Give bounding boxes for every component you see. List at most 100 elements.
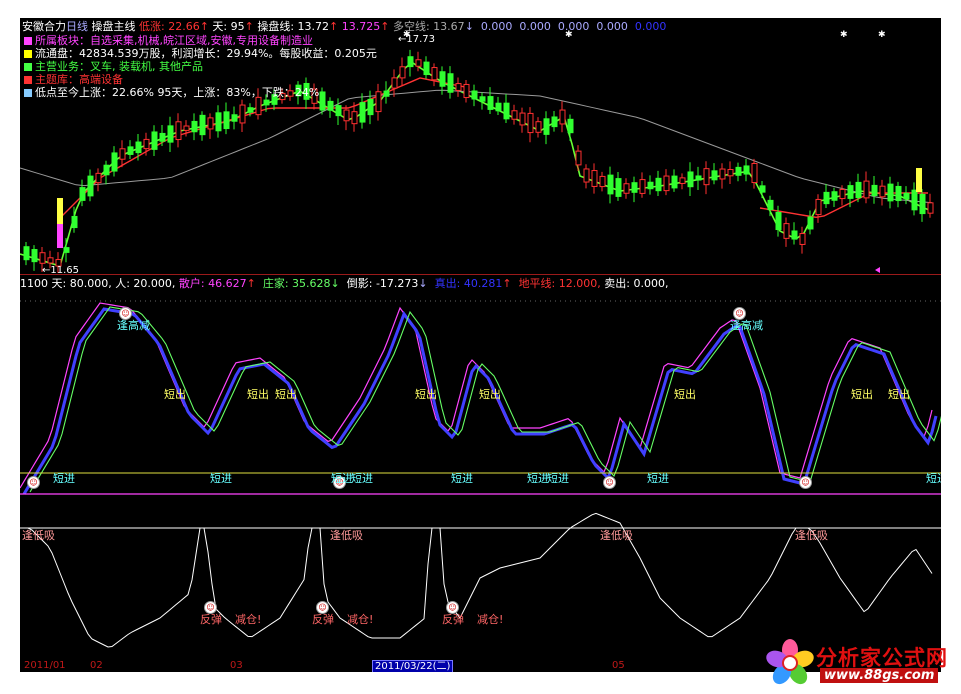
up-arrow-icon: ↑ — [246, 277, 256, 290]
info-business: 主营业务：叉车, 装载机, 其他产品 — [24, 60, 203, 73]
candle-body — [23, 246, 30, 261]
marker-icon — [875, 267, 880, 273]
candle-body — [415, 59, 422, 67]
signal-short-in: 短进 — [926, 472, 941, 485]
candle-body — [511, 110, 518, 120]
candle-body — [207, 117, 214, 130]
signal-short-in: 短进 — [53, 472, 75, 485]
candle-body — [407, 56, 414, 68]
candle-body — [367, 98, 374, 116]
chart-frame[interactable]: ✱ ✱ ✱ ✱ 安徽合力日线 操盘主线 低涨: 22.66↑ 天: 95↑ 操盘线: … — [20, 18, 941, 672]
up-arrow-icon: ↑ — [199, 20, 209, 33]
candle-body — [527, 112, 534, 134]
candle-body — [719, 168, 726, 180]
signal-short-in: 短进 — [210, 472, 232, 485]
candle-body — [671, 175, 678, 189]
square-icon — [24, 50, 32, 58]
candle-body — [815, 198, 822, 216]
candle-body — [111, 152, 118, 172]
period-label: 日线 — [66, 20, 88, 33]
candle-body — [687, 171, 694, 188]
candle-body — [639, 179, 646, 194]
candle-body — [47, 257, 54, 264]
candle-body — [759, 185, 766, 193]
candle-body — [679, 177, 686, 184]
candle-body — [871, 184, 878, 197]
signal-rebound: 反弹 — [312, 613, 334, 626]
candle-body — [319, 91, 326, 111]
zero-value: 0.000 — [557, 20, 590, 33]
signal-high-reduce: 逢高减 — [730, 319, 763, 332]
candle-body — [631, 182, 638, 193]
candle-body — [263, 99, 270, 106]
candle-body — [847, 185, 854, 199]
indicator-bar: 1100 天: 80.000, 人: 20.000, 散户: 46.627↑, … — [20, 277, 669, 290]
signal-short-out: 短出 — [164, 388, 186, 401]
candle-body — [887, 183, 894, 202]
zhuangjia-value: 庄家: 35.628 — [262, 277, 331, 290]
info-float-text: 流通盘：42834.539万股，利润增长：29.94%。每股收益：0.205元 — [35, 47, 377, 60]
candle-body — [623, 183, 630, 194]
candle-body — [703, 168, 710, 186]
down-arrow-icon: ↓ — [418, 277, 428, 290]
signal-short-out: 短出 — [851, 388, 873, 401]
candle-body — [727, 169, 734, 177]
flower-logo-icon — [766, 639, 814, 685]
candle-body — [711, 170, 718, 181]
selected-date: 2011/03/22(二) — [372, 660, 454, 672]
ma-red-line — [59, 77, 469, 219]
signal-short-out: 短出 — [479, 388, 501, 401]
candle-body — [743, 165, 750, 175]
op-line-value: 操盘线: 13.72 — [257, 20, 330, 33]
signal-reduce: 减仓! — [347, 613, 374, 626]
date-label: 02 — [90, 660, 103, 671]
op-line2-value: 13.725 — [341, 20, 381, 33]
signal-short-in: 短进 — [647, 472, 669, 485]
zero-value: 0.000 — [634, 20, 667, 33]
down-arrow-icon: ↓ — [464, 20, 474, 33]
ren-value: 人: 20.000, — [115, 277, 176, 290]
candle-body — [119, 148, 126, 160]
candle-body — [175, 121, 182, 141]
signal-low-absorb: 逢低吸 — [22, 529, 55, 542]
candle-body — [335, 105, 342, 117]
signal-short-in: 短进 — [351, 472, 373, 485]
zero-value: 0.000 — [480, 20, 513, 33]
signal-low-absorb: 逢低吸 — [600, 529, 633, 542]
sanhu-value: 散户: 46.627 — [178, 277, 247, 290]
candle-body — [159, 132, 166, 142]
candle-body — [591, 170, 598, 187]
signal-short-in: 短进 — [451, 472, 473, 485]
candle-body — [695, 175, 702, 181]
candle-body — [183, 125, 190, 131]
candle-body — [199, 114, 206, 136]
candle-body — [927, 202, 934, 214]
candle-body — [831, 191, 838, 201]
signal-short-out: 短出 — [275, 388, 297, 401]
candle-body — [447, 73, 454, 93]
zero-value: 0.000 — [519, 20, 551, 33]
low-up-value: 低涨: 22.66 — [139, 20, 200, 33]
candle-body — [399, 66, 406, 79]
up-arrow-icon: ↑ — [380, 20, 390, 33]
days-value: 天: 95 — [212, 20, 245, 33]
square-icon — [24, 76, 32, 84]
site-logo: 分析家公式网 www.88gs.com — [760, 636, 958, 690]
candle-body — [775, 211, 782, 231]
candle-body — [359, 102, 366, 123]
candle-body — [583, 168, 590, 183]
signal-reduce: 减仓! — [477, 613, 504, 626]
info-sector: 所属板块：自选采集,机械,皖江区域,安徽,专用设备制造业 — [24, 34, 313, 47]
header-line: 安徽合力日线 操盘主线 低涨: 22.66↑ 天: 95↑ 操盘线: 13.72… — [22, 20, 667, 33]
candle-body — [39, 252, 46, 264]
candle-body — [839, 188, 846, 200]
candle-body — [479, 96, 486, 102]
candle-body — [879, 185, 886, 198]
candle-body — [143, 138, 150, 150]
square-icon — [24, 89, 32, 97]
signal-short-out: 短出 — [674, 388, 696, 401]
candle-body — [375, 91, 382, 113]
signal-low-absorb: 逢低吸 — [795, 529, 828, 542]
candle-body — [87, 175, 94, 197]
chart-canvas[interactable]: ✱ ✱ ✱ ✱ — [20, 18, 941, 672]
